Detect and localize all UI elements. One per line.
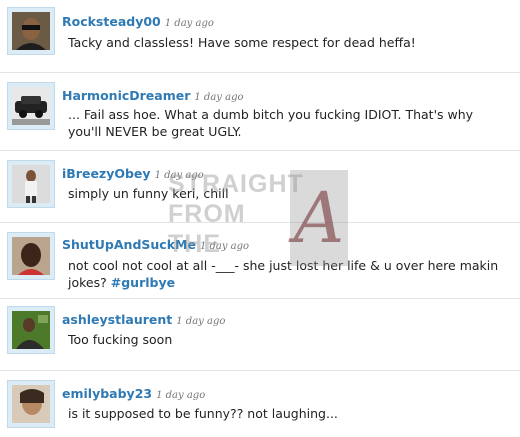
tweet-feed: Rocksteady00 1 day ago Tacky and classles… <box>0 0 520 437</box>
timestamp: 1 day ago <box>199 241 250 252</box>
tweet-text: simply un funny keri, chill <box>68 186 229 201</box>
avatar-frame[interactable] <box>7 380 55 428</box>
timestamp: 1 day ago <box>194 92 244 103</box>
tweet-text: Too fucking soon <box>68 332 173 347</box>
username-link[interactable]: ashleystlaurent <box>62 312 172 327</box>
person-photo-icon <box>12 237 50 275</box>
timestamp: 1 day ago <box>156 390 206 401</box>
person-photo-icon <box>12 385 50 423</box>
username-link[interactable]: HarmonicDreamer <box>62 88 190 103</box>
tweet-text: Tacky and classless! Have some respect f… <box>68 35 416 50</box>
tweet-item: emilybaby23 1 day ago is it supposed to b… <box>0 370 520 437</box>
username-link[interactable]: emilybaby23 <box>62 386 152 401</box>
person-photo-icon <box>12 12 50 50</box>
tweet-item: iBreezyObey 1 day ago simply un funny ker… <box>0 150 520 223</box>
hashtag-link[interactable]: #gurlbye <box>111 275 175 290</box>
tweet-item: ashleystlaurent 1 day ago Too fucking soo… <box>0 298 520 371</box>
avatar-frame[interactable] <box>7 82 55 130</box>
tweet-item: HarmonicDreamer 1 day ago ... Fail ass ho… <box>0 72 520 151</box>
timestamp: 1 day ago <box>154 170 204 181</box>
avatar-frame[interactable] <box>7 232 55 280</box>
avatar-frame[interactable] <box>7 7 55 55</box>
tweet-item: Rocksteady00 1 day ago Tacky and classles… <box>0 0 520 73</box>
car-photo-icon <box>12 87 50 125</box>
person-photo-icon <box>12 311 50 349</box>
avatar-frame[interactable] <box>7 306 55 354</box>
tweet-text: ... Fail ass hoe. What a dumb bitch you … <box>68 107 474 139</box>
username-link[interactable]: Rocksteady00 <box>62 14 161 29</box>
username-link[interactable]: iBreezyObey <box>62 166 151 181</box>
person-photo-icon <box>12 165 50 203</box>
timestamp: 1 day ago <box>164 18 214 29</box>
tweet-text: not cool not cool at all -___- she just … <box>68 257 508 291</box>
username-link[interactable]: ShutUpAndSuckMe <box>62 237 196 252</box>
avatar-frame[interactable] <box>7 160 55 208</box>
timestamp: 1 day ago <box>176 316 226 327</box>
tweet-text: is it supposed to be funny?? not laughin… <box>68 406 338 421</box>
tweet-item: ShutUpAndSuckMe 1 day ago not cool not co… <box>0 222 520 299</box>
